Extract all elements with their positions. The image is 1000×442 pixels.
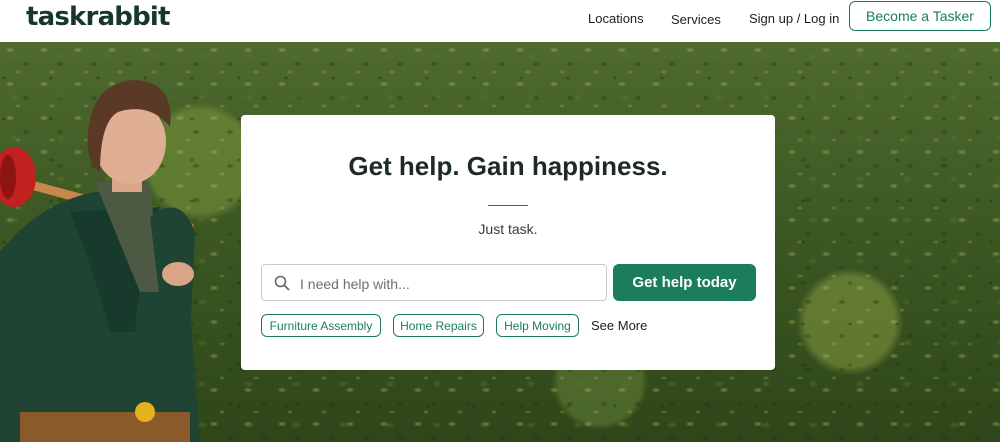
- search-input[interactable]: [298, 266, 602, 301]
- chip-home-repairs[interactable]: Home Repairs: [393, 314, 484, 337]
- site-header: taskrabbit Locations Services Sign up / …: [0, 0, 1000, 42]
- nav-services[interactable]: Services: [671, 12, 721, 27]
- become-tasker-button[interactable]: Become a Tasker: [849, 1, 991, 31]
- taskrabbit-logo[interactable]: taskrabbit: [26, 2, 170, 32]
- chip-help-moving[interactable]: Help Moving: [496, 314, 579, 337]
- search-card: Get help. Gain happiness. Just task. Get…: [241, 115, 775, 370]
- tagline: Just task.: [478, 221, 538, 237]
- hero-section: Get help. Gain happiness. Just task. Get…: [0, 42, 1000, 442]
- page-title: Get help. Gain happiness.: [348, 151, 668, 181]
- chip-furniture-assembly[interactable]: Furniture Assembly: [261, 314, 381, 337]
- search-field[interactable]: [261, 264, 607, 301]
- title-divider: [488, 205, 528, 206]
- nav-signup-login[interactable]: Sign up / Log in: [749, 11, 839, 26]
- tasker-photo: [0, 80, 200, 442]
- nav-locations[interactable]: Locations: [588, 11, 644, 26]
- search-icon: [274, 275, 290, 291]
- get-help-today-button[interactable]: Get help today: [613, 264, 756, 301]
- see-more-link[interactable]: See More: [591, 318, 647, 333]
